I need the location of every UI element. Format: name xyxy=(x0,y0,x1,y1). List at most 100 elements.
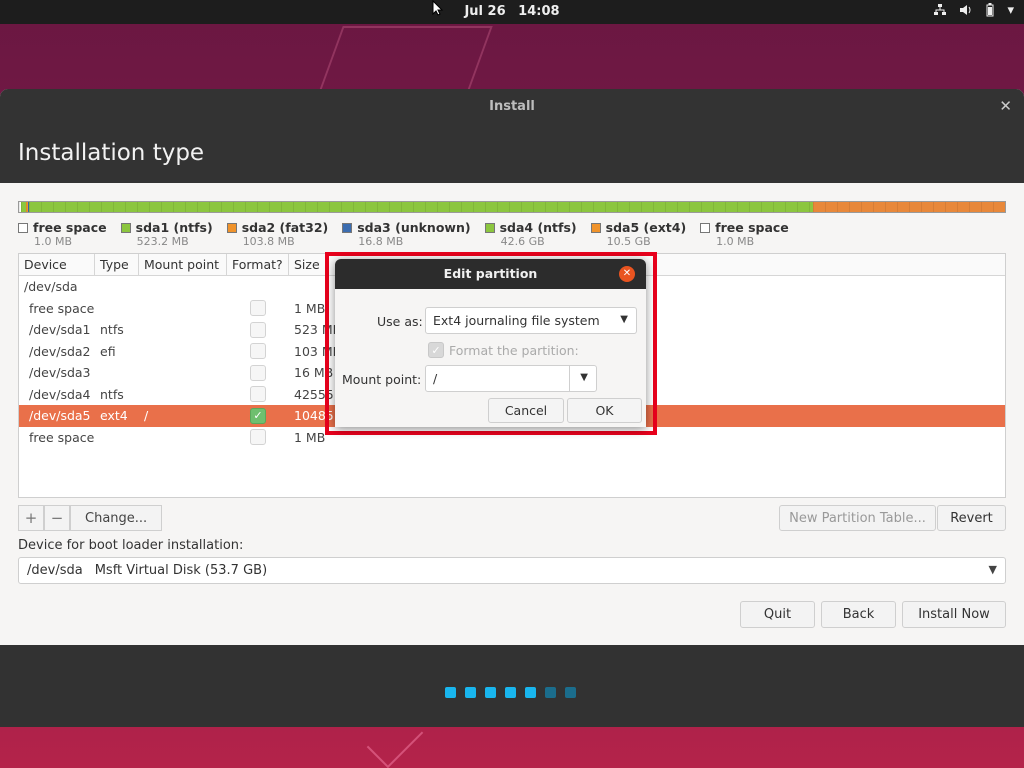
legend-item: free space 1.0 MB xyxy=(700,220,789,248)
progress-dot xyxy=(525,687,536,698)
legend-item: sda2 (fat32) 103.8 MB xyxy=(226,220,329,248)
cancel-button[interactable]: Cancel xyxy=(488,398,564,423)
cell-device: /dev/sda xyxy=(24,279,78,295)
cell-type: ntfs xyxy=(100,386,124,402)
format-checkbox[interactable] xyxy=(250,321,266,338)
cell-format xyxy=(227,386,289,403)
cell-mount-point: / xyxy=(144,408,149,424)
progress-dot xyxy=(465,687,476,698)
combo-separator xyxy=(569,366,570,391)
format-checkbox[interactable] xyxy=(250,364,266,381)
column-device[interactable]: Device xyxy=(19,254,95,275)
format-checkbox[interactable] xyxy=(250,386,266,403)
cell-device: free space xyxy=(29,300,95,316)
legend-label: sda5 (ext4) xyxy=(605,220,687,235)
column-format[interactable]: Format? xyxy=(227,254,289,275)
mouse-cursor-icon xyxy=(432,0,444,20)
legend-item: sda1 (ntfs) 523.2 MB xyxy=(120,220,213,248)
legend-size: 16.8 MB xyxy=(358,235,404,248)
cell-format xyxy=(227,343,289,360)
network-icon[interactable] xyxy=(933,3,947,21)
change-partition-button[interactable]: Change... xyxy=(70,505,163,531)
partition-bar-segment xyxy=(28,202,813,212)
cell-format xyxy=(227,321,289,338)
cell-device: /dev/sda4 xyxy=(29,386,91,402)
battery-icon[interactable] xyxy=(985,3,995,21)
cell-device: /dev/sda5 xyxy=(29,408,91,424)
cell-format xyxy=(227,300,289,317)
legend-swatch xyxy=(590,222,601,233)
format-checkbox[interactable]: ✓ xyxy=(250,407,266,424)
legend-label: free space xyxy=(33,220,107,235)
mount-point-input[interactable]: / xyxy=(433,371,437,386)
format-partition-label: Format the partition: xyxy=(449,342,579,358)
bootloader-label: Device for boot loader installation: xyxy=(18,538,244,553)
use-as-label: Use as: xyxy=(377,314,423,329)
back-button[interactable]: Back xyxy=(821,601,896,628)
legend-size: 1.0 MB xyxy=(34,235,73,248)
format-checkbox[interactable] xyxy=(250,300,266,317)
format-checkbox[interactable] xyxy=(250,429,266,446)
legend-swatch xyxy=(18,222,28,233)
wallpaper-shape xyxy=(317,26,493,96)
progress-dot xyxy=(545,687,556,698)
dialog-titlebar[interactable]: Edit partition ✕ xyxy=(335,259,646,289)
clock[interactable]: Jul 26 14:08 xyxy=(0,4,1024,19)
partition-bar xyxy=(18,201,1006,213)
use-as-value: Ext4 journaling file system xyxy=(433,313,600,328)
dialog-title: Edit partition xyxy=(443,266,538,281)
cell-type: ext4 xyxy=(100,408,128,424)
legend-label: sda4 (ntfs) xyxy=(499,220,577,235)
partition-legend: free space 1.0 MB sda1 (ntfs) 523.2 MB sda2 … xyxy=(18,220,789,248)
legend-label: sda1 (ntfs) xyxy=(135,220,213,235)
cell-format: ✓ xyxy=(227,407,289,424)
legend-item: sda3 (unknown) 16.8 MB xyxy=(342,220,471,248)
revert-button[interactable]: Revert xyxy=(937,505,1006,531)
dropdown-arrow-icon: ▼ xyxy=(620,314,628,325)
system-menu-icon[interactable]: ▾ xyxy=(1007,3,1014,21)
bootloader-select[interactable]: /dev/sda Msft Virtual Disk (53.7 GB) ▼ xyxy=(18,557,1006,584)
column-mount-point[interactable]: Mount point xyxy=(139,254,227,275)
add-partition-button[interactable]: + xyxy=(18,505,44,531)
legend-swatch xyxy=(120,222,131,233)
legend-item: sda4 (ntfs) 42.6 GB xyxy=(484,220,577,248)
cell-format xyxy=(227,364,289,381)
legend-size: 10.5 GB xyxy=(606,235,651,248)
top-bar: Jul 26 14:08 ▾ xyxy=(0,0,1024,24)
legend-label: sda3 (unknown) xyxy=(357,220,471,235)
edit-partition-dialog: Edit partition ✕ Use as: Ext4 journaling… xyxy=(335,259,646,427)
quit-button[interactable]: Quit xyxy=(740,601,815,628)
system-tray[interactable]: ▾ xyxy=(933,3,1014,21)
progress-dots xyxy=(445,687,576,698)
dropdown-arrow-icon[interactable]: ▼ xyxy=(580,372,588,383)
legend-size: 523.2 MB xyxy=(136,235,189,248)
partition-toolbar: + − Change... xyxy=(18,505,163,531)
progress-dot xyxy=(565,687,576,698)
remove-partition-button[interactable]: − xyxy=(44,505,70,531)
cell-device: free space xyxy=(29,429,95,445)
use-as-select[interactable]: Ext4 journaling file system ▼ xyxy=(425,307,637,334)
cell-type: efi xyxy=(100,343,116,359)
bootloader-device: /dev/sda xyxy=(27,563,83,578)
new-partition-table-button[interactable]: New Partition Table... xyxy=(779,505,936,531)
progress-dot xyxy=(445,687,456,698)
ok-button[interactable]: OK xyxy=(567,398,642,423)
cell-device: /dev/sda1 xyxy=(29,322,91,338)
cell-type: ntfs xyxy=(100,322,124,338)
column-type[interactable]: Type xyxy=(95,254,139,275)
format-checkbox[interactable] xyxy=(250,343,266,360)
legend-item: free space 1.0 MB xyxy=(18,220,107,248)
window-titlebar[interactable]: Install ✕ Installation type xyxy=(0,89,1024,183)
legend-size: 42.6 GB xyxy=(500,235,545,248)
install-now-button[interactable]: Install Now xyxy=(902,601,1006,628)
volume-icon[interactable] xyxy=(959,3,973,21)
format-partition-checkbox[interactable]: ✓ xyxy=(428,342,444,358)
clock-date: Jul 26 xyxy=(464,4,506,19)
dialog-close-icon[interactable]: ✕ xyxy=(619,266,635,282)
close-icon[interactable]: ✕ xyxy=(999,97,1012,115)
progress-dot xyxy=(485,687,496,698)
cell-device: /dev/sda3 xyxy=(29,365,91,381)
mount-point-combo[interactable]: / ▼ xyxy=(425,365,597,392)
legend-label: sda2 (fat32) xyxy=(241,220,329,235)
format-partition-option[interactable]: ✓ Format the partition: xyxy=(428,342,579,358)
